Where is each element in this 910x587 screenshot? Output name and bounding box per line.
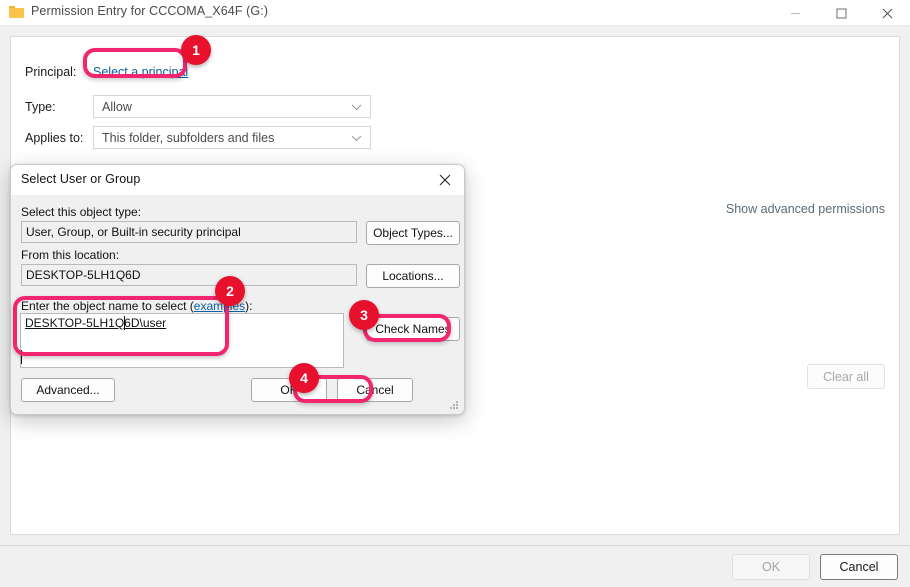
dialog-advanced-button[interactable]: Advanced... xyxy=(21,378,115,402)
show-advanced-permissions-link[interactable]: Show advanced permissions xyxy=(726,202,885,216)
window-title: Permission Entry for CCCOMA_X64F (G:) xyxy=(31,4,269,18)
object-name-input[interactable]: DESKTOP-5LH1Q6D\user xyxy=(20,313,344,368)
principal-row: Principal: Select a principal xyxy=(25,65,188,79)
principal-label: Principal: xyxy=(25,65,77,79)
text-caret xyxy=(124,316,125,330)
close-button[interactable] xyxy=(864,0,910,26)
locations-button[interactable]: Locations... xyxy=(366,264,460,288)
chevron-down-icon xyxy=(351,98,362,116)
dialog-close-button[interactable] xyxy=(424,165,464,195)
type-dropdown[interactable]: Allow xyxy=(93,95,371,118)
applies-to-dropdown-value: This folder, subfolders and files xyxy=(102,130,275,145)
type-label: Type: xyxy=(25,99,56,114)
select-user-or-group-dialog: Select User or Group Select this object … xyxy=(10,164,465,415)
resize-grip-icon[interactable] xyxy=(450,401,459,410)
dialog-ok-button[interactable]: OK xyxy=(251,378,327,402)
window-footer: OK Cancel xyxy=(0,545,910,587)
dialog-title: Select User or Group xyxy=(21,172,141,186)
object-types-button[interactable]: Object Types... xyxy=(366,221,460,245)
applies-to-row: Applies to: This folder, subfolders and … xyxy=(25,126,371,149)
location-value: DESKTOP-5LH1Q6D xyxy=(26,268,141,282)
select-a-principal-link[interactable]: Select a principal xyxy=(93,65,188,79)
chevron-down-icon xyxy=(351,129,362,147)
location-field[interactable]: DESKTOP-5LH1Q6D xyxy=(21,264,357,286)
applies-to-dropdown[interactable]: This folder, subfolders and files xyxy=(93,126,371,149)
type-row: Type: Allow xyxy=(25,95,371,118)
dialog-cancel-button[interactable]: Cancel xyxy=(337,378,413,402)
minimize-button[interactable] xyxy=(772,0,818,26)
clear-all-button[interactable]: Clear all xyxy=(807,364,885,389)
object-type-label: Select this object type: xyxy=(21,205,142,219)
applies-to-label: Applies to: xyxy=(25,130,84,145)
examples-link[interactable]: examples xyxy=(194,299,245,313)
object-type-field[interactable]: User, Group, or Built-in security princi… xyxy=(21,221,357,243)
window-controls xyxy=(772,0,910,26)
object-type-value: User, Group, or Built-in security princi… xyxy=(26,225,241,239)
screen: Permission Entry for CCCOMA_X64F (G:) Pr… xyxy=(0,0,910,587)
dialog-titlebar: Select User or Group xyxy=(11,165,464,195)
maximize-button[interactable] xyxy=(818,0,864,26)
ok-button[interactable]: OK xyxy=(732,554,810,580)
location-label: From this location: xyxy=(21,248,120,262)
folder-icon xyxy=(9,6,24,18)
window-titlebar: Permission Entry for CCCOMA_X64F (G:) xyxy=(0,0,910,26)
object-name-label: Enter the object name to select (example… xyxy=(21,299,252,313)
type-dropdown-value: Allow xyxy=(102,99,132,114)
cancel-button[interactable]: Cancel xyxy=(820,554,898,580)
object-name-value: DESKTOP-5LH1Q6D\user xyxy=(25,316,167,330)
check-names-button[interactable]: Check Names xyxy=(366,317,460,341)
text-caret-secondary xyxy=(21,350,22,364)
object-name-label-suffix: ): xyxy=(245,299,253,313)
object-name-label-text: Enter the object name to select ( xyxy=(21,299,194,313)
